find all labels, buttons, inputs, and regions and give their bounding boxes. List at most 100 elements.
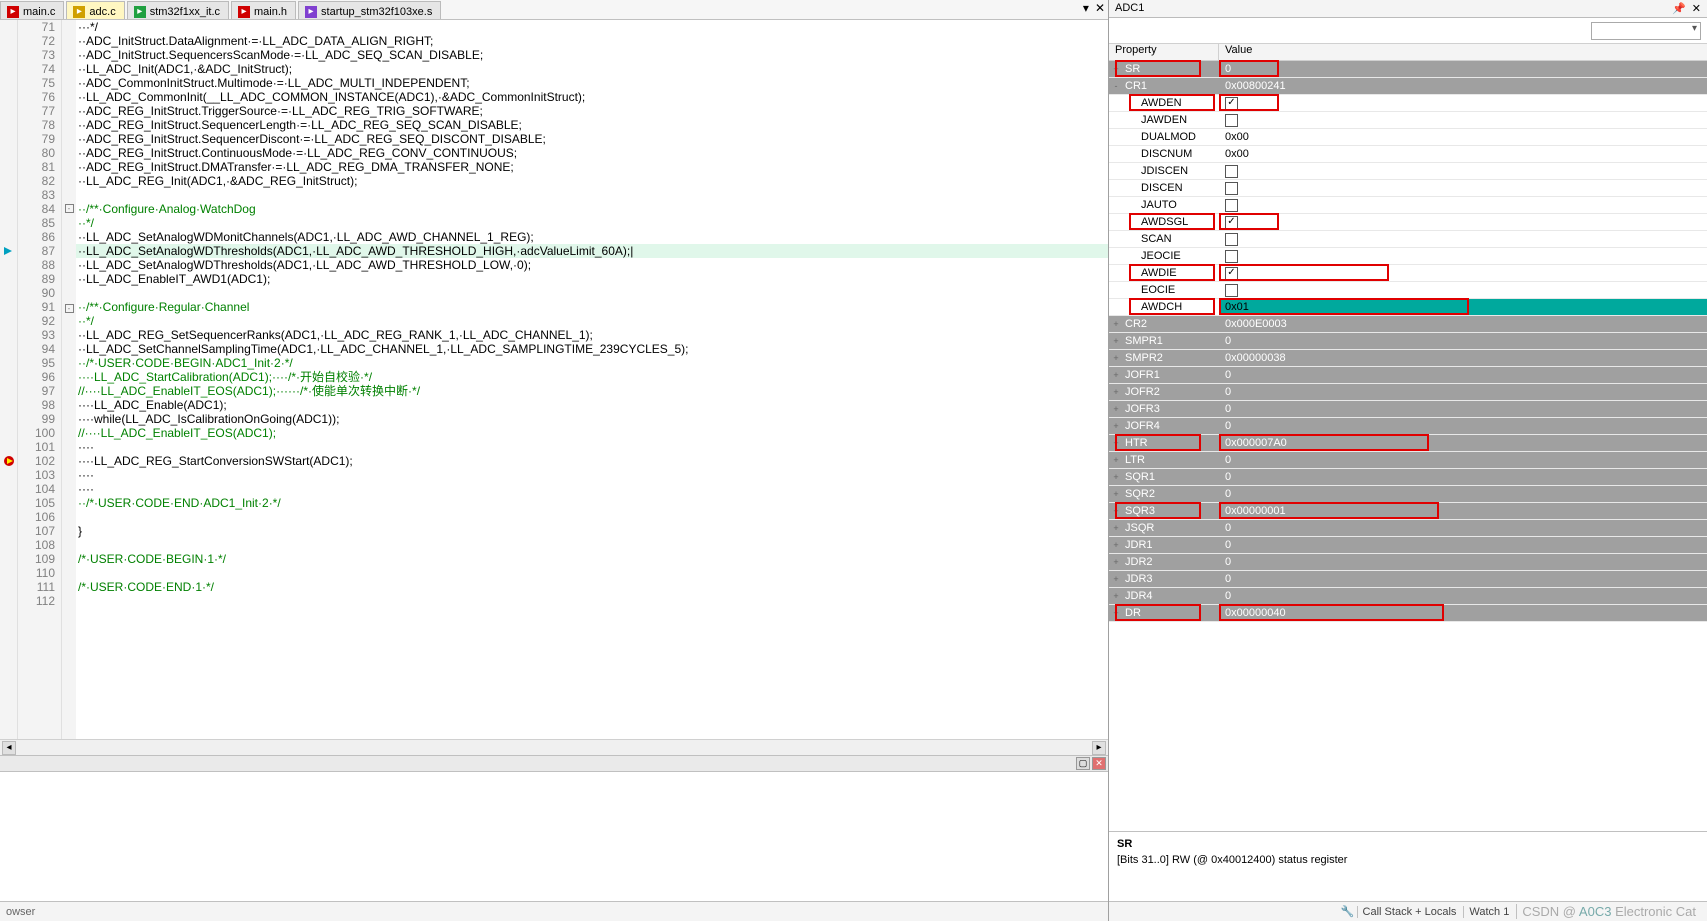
register-value[interactable] <box>1219 95 1707 111</box>
code-line[interactable] <box>76 188 1108 202</box>
register-value[interactable]: 0x00 <box>1219 146 1707 162</box>
register-row[interactable]: DISCEN <box>1109 180 1707 197</box>
pin-icon[interactable]: 📌 <box>1672 2 1686 15</box>
code-line[interactable] <box>76 286 1108 300</box>
code-line[interactable]: ··*/ <box>76 216 1108 230</box>
horizontal-scrollbar[interactable]: ◂ ▸ <box>0 739 1108 755</box>
expand-icon[interactable]: + <box>1109 506 1123 516</box>
pane-splitter[interactable]: ▢ ✕ <box>0 755 1108 771</box>
file-tab[interactable]: ▸main.h <box>231 1 296 19</box>
marker-margin[interactable] <box>0 20 18 739</box>
register-value[interactable]: 0 <box>1219 61 1707 77</box>
scroll-left-icon[interactable]: ◂ <box>2 741 16 755</box>
register-row[interactable]: +SMPR20x00000038 <box>1109 350 1707 367</box>
register-value[interactable]: 0x000E0003 <box>1219 316 1707 332</box>
expand-icon[interactable]: + <box>1109 319 1123 329</box>
tab-close-icon[interactable]: ✕ <box>1095 1 1105 15</box>
code-line[interactable]: ··ADC_REG_InitStruct.ContinuousMode·=·LL… <box>76 146 1108 160</box>
register-row[interactable]: AWDSGL <box>1109 214 1707 231</box>
register-value[interactable]: 0 <box>1219 333 1707 349</box>
register-value[interactable]: 0 <box>1219 401 1707 417</box>
register-row[interactable]: JAWDEN <box>1109 112 1707 129</box>
expand-icon[interactable]: + <box>1109 591 1123 601</box>
expand-icon[interactable]: + <box>1109 336 1123 346</box>
register-value[interactable]: 0x00 <box>1219 129 1707 145</box>
register-row[interactable]: DISCNUM0x00 <box>1109 146 1707 163</box>
register-row[interactable]: +JDR10 <box>1109 537 1707 554</box>
register-value[interactable]: 0 <box>1219 469 1707 485</box>
code-line[interactable] <box>76 510 1108 524</box>
code-line[interactable]: ··ADC_REG_InitStruct.SequencerDiscont·=·… <box>76 132 1108 146</box>
code-area[interactable]: ···*/··ADC_InitStruct.DataAlignment·=·LL… <box>76 20 1108 739</box>
expand-icon[interactable]: + <box>1109 387 1123 397</box>
register-row[interactable]: +JDR20 <box>1109 554 1707 571</box>
register-value[interactable]: 0 <box>1219 588 1707 604</box>
register-value[interactable]: 0x00000038 <box>1219 350 1707 366</box>
scroll-right-icon[interactable]: ▸ <box>1092 741 1106 755</box>
register-row[interactable]: +JOFR20 <box>1109 384 1707 401</box>
register-row[interactable]: +SQR30x00000001 <box>1109 503 1707 520</box>
register-value[interactable]: 0 <box>1219 384 1707 400</box>
register-value[interactable]: 0 <box>1219 537 1707 553</box>
code-line[interactable]: /*·USER·CODE·BEGIN·1·*/ <box>76 552 1108 566</box>
register-row[interactable]: +LTR0 <box>1109 452 1707 469</box>
tab-menu-icon[interactable]: ▾ <box>1083 1 1089 15</box>
expand-icon[interactable]: - <box>1109 81 1123 91</box>
file-tab[interactable]: ▸stm32f1xx_it.c <box>127 1 229 19</box>
code-line[interactable]: } <box>76 524 1108 538</box>
expand-icon[interactable]: + <box>1109 489 1123 499</box>
register-value[interactable] <box>1219 282 1707 298</box>
register-value[interactable]: 0 <box>1219 367 1707 383</box>
code-line[interactable] <box>76 566 1108 580</box>
register-row[interactable]: +JOFR40 <box>1109 418 1707 435</box>
expand-icon[interactable]: + <box>1109 64 1123 74</box>
register-row[interactable]: +JOFR30 <box>1109 401 1707 418</box>
status-callstack[interactable]: Call Stack + Locals <box>1357 906 1462 918</box>
code-line[interactable] <box>76 594 1108 608</box>
close-icon[interactable]: ✕ <box>1692 2 1701 15</box>
register-value[interactable]: 0 <box>1219 486 1707 502</box>
register-value[interactable]: 0x000007A0 <box>1219 435 1707 451</box>
register-value[interactable]: 0x00000040 <box>1219 605 1707 621</box>
code-line[interactable]: ··LL_ADC_Init(ADC1,·&ADC_InitStruct); <box>76 62 1108 76</box>
register-value[interactable]: 0 <box>1219 554 1707 570</box>
code-line[interactable]: ··LL_ADC_SetChannelSamplingTime(ADC1,·LL… <box>76 342 1108 356</box>
register-row[interactable]: -CR10x00800241 <box>1109 78 1707 95</box>
register-row[interactable]: JAUTO <box>1109 197 1707 214</box>
code-line[interactable]: ···· <box>76 468 1108 482</box>
expand-icon[interactable]: + <box>1109 353 1123 363</box>
code-line[interactable]: ····LL_ADC_REG_StartConversionSWStart(AD… <box>76 454 1108 468</box>
expand-icon[interactable]: + <box>1109 557 1123 567</box>
register-row[interactable]: AWDIE <box>1109 265 1707 282</box>
register-value[interactable] <box>1219 180 1707 196</box>
restore-icon[interactable]: ▢ <box>1076 757 1090 770</box>
code-line[interactable]: ··LL_ADC_CommonInit(__LL_ADC_COMMON_INST… <box>76 90 1108 104</box>
code-line[interactable]: ···*/ <box>76 20 1108 34</box>
register-value[interactable] <box>1219 163 1707 179</box>
code-line[interactable]: ··/*·USER·CODE·BEGIN·ADC1_Init·2·*/ <box>76 356 1108 370</box>
register-value[interactable]: 0x00800241 <box>1219 78 1707 94</box>
code-line[interactable]: ····LL_ADC_Enable(ADC1); <box>76 398 1108 412</box>
register-row[interactable]: +HTR0x000007A0 <box>1109 435 1707 452</box>
expand-icon[interactable]: + <box>1109 472 1123 482</box>
register-value[interactable]: 0 <box>1219 571 1707 587</box>
expand-icon[interactable]: + <box>1109 370 1123 380</box>
code-line[interactable]: /*·USER·CODE·END·1·*/ <box>76 580 1108 594</box>
register-value[interactable]: 0 <box>1219 418 1707 434</box>
register-row[interactable]: +CR20x000E0003 <box>1109 316 1707 333</box>
code-line[interactable]: ··LL_ADC_SetAnalogWDThresholds(ADC1,·LL_… <box>76 258 1108 272</box>
expand-icon[interactable]: + <box>1109 540 1123 550</box>
code-line[interactable]: ···· <box>76 482 1108 496</box>
register-row[interactable]: +JDR30 <box>1109 571 1707 588</box>
register-value[interactable]: 0 <box>1219 452 1707 468</box>
code-line[interactable]: ··LL_ADC_SetAnalogWDThresholds(ADC1,·LL_… <box>76 244 1108 258</box>
register-row[interactable]: +JDR40 <box>1109 588 1707 605</box>
code-line[interactable]: //····LL_ADC_EnableIT_EOS(ADC1); <box>76 426 1108 440</box>
expand-icon[interactable]: + <box>1109 438 1123 448</box>
expand-icon[interactable]: + <box>1109 421 1123 431</box>
file-tab[interactable]: ▸startup_stm32f103xe.s <box>298 1 441 19</box>
register-value[interactable] <box>1219 248 1707 264</box>
code-line[interactable]: ··/*·USER·CODE·END·ADC1_Init·2·*/ <box>76 496 1108 510</box>
register-row[interactable]: SCAN <box>1109 231 1707 248</box>
register-value[interactable] <box>1219 231 1707 247</box>
